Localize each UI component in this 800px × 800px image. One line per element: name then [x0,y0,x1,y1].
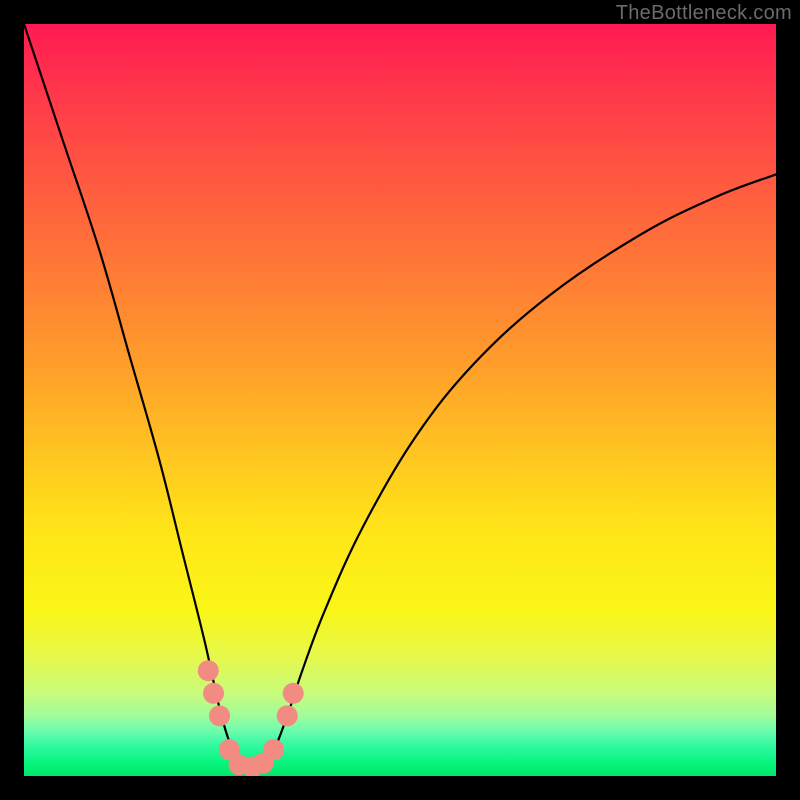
highlight-dot [277,705,298,726]
highlight-markers [198,660,304,776]
watermark-text: TheBottleneck.com [616,2,792,25]
highlight-dot [209,705,230,726]
bottleneck-curve [24,24,776,771]
bottleneck-chart-svg [24,24,776,776]
highlight-dot [263,739,284,760]
chart-plot-area [24,24,776,776]
curve-path [24,24,776,771]
highlight-dot [198,660,219,681]
highlight-dot [203,683,224,704]
highlight-dot [283,683,304,704]
